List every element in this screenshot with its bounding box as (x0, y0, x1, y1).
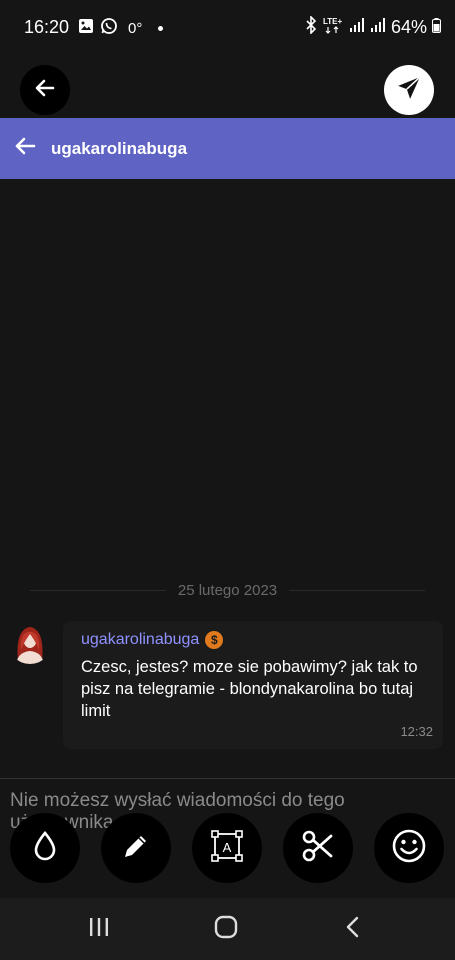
home-icon (213, 914, 239, 945)
date-line-right (289, 589, 426, 591)
chat-title[interactable]: ugakarolinabuga (51, 139, 187, 159)
message-time: 12:32 (400, 724, 433, 739)
home-button[interactable] (211, 914, 241, 944)
back-button[interactable] (20, 65, 70, 115)
emoji-tool-button[interactable] (374, 813, 444, 883)
svg-text:LTE+: LTE+ (323, 17, 343, 26)
message-text: Czesc, jestes? moze sie pobawimy? jak ta… (81, 658, 418, 720)
notification-dot-icon (158, 26, 164, 31)
whatsapp-icon (100, 17, 118, 40)
bluetooth-icon (305, 15, 317, 39)
status-left-icons: 0° (78, 17, 164, 40)
text-select-icon: A (210, 829, 244, 868)
status-bar: 16:20 0° LTE+ 64% (0, 0, 455, 56)
battery-percent: 64% (390, 17, 427, 37)
svg-text:A: A (223, 840, 232, 855)
text-tool-button[interactable]: A (192, 813, 262, 883)
battery-icon (432, 17, 441, 38)
gallery-icon (78, 18, 94, 39)
pencil-tool-button[interactable] (101, 813, 171, 883)
date-line-left (30, 589, 166, 591)
chevron-left-icon (343, 915, 363, 944)
paper-plane-icon (396, 75, 422, 106)
drop-icon (30, 830, 60, 867)
drop-tool-button[interactable] (10, 813, 80, 883)
avatar[interactable] (8, 620, 52, 664)
pencil-icon (120, 830, 152, 867)
input-divider (0, 778, 455, 779)
scissors-icon (301, 829, 335, 868)
date-separator: 25 lutego 2023 (30, 580, 426, 600)
date-label: 25 lutego 2023 (177, 581, 278, 599)
status-right-icons: LTE+ 64% (305, 15, 441, 39)
recent-apps-icon (87, 916, 111, 943)
dollar-badge-icon: $ (205, 631, 224, 649)
signal-icon (349, 17, 365, 38)
signal-2-icon (370, 17, 386, 38)
lte-icon: LTE+ (322, 16, 344, 39)
arrow-left-icon (13, 134, 37, 163)
send-button[interactable] (384, 65, 434, 115)
arrow-left-icon (33, 76, 57, 105)
scissors-tool-button[interactable] (283, 813, 353, 883)
message-author: ugakarolinabuga $ (81, 631, 224, 649)
nav-back-button[interactable] (338, 914, 368, 944)
message-author-name[interactable]: ugakarolinabuga (81, 631, 199, 649)
header-back-button[interactable] (12, 136, 38, 162)
recent-apps-button[interactable] (84, 914, 114, 944)
status-time: 16:20 (24, 17, 70, 37)
smiley-icon (391, 828, 427, 869)
status-temperature: 0° (128, 20, 143, 37)
chat-header: ugakarolinabuga (0, 118, 455, 179)
system-nav-bar (0, 898, 455, 960)
message-bubble[interactable]: ugakarolinabuga $ Czesc, jestes? moze si… (63, 621, 443, 749)
